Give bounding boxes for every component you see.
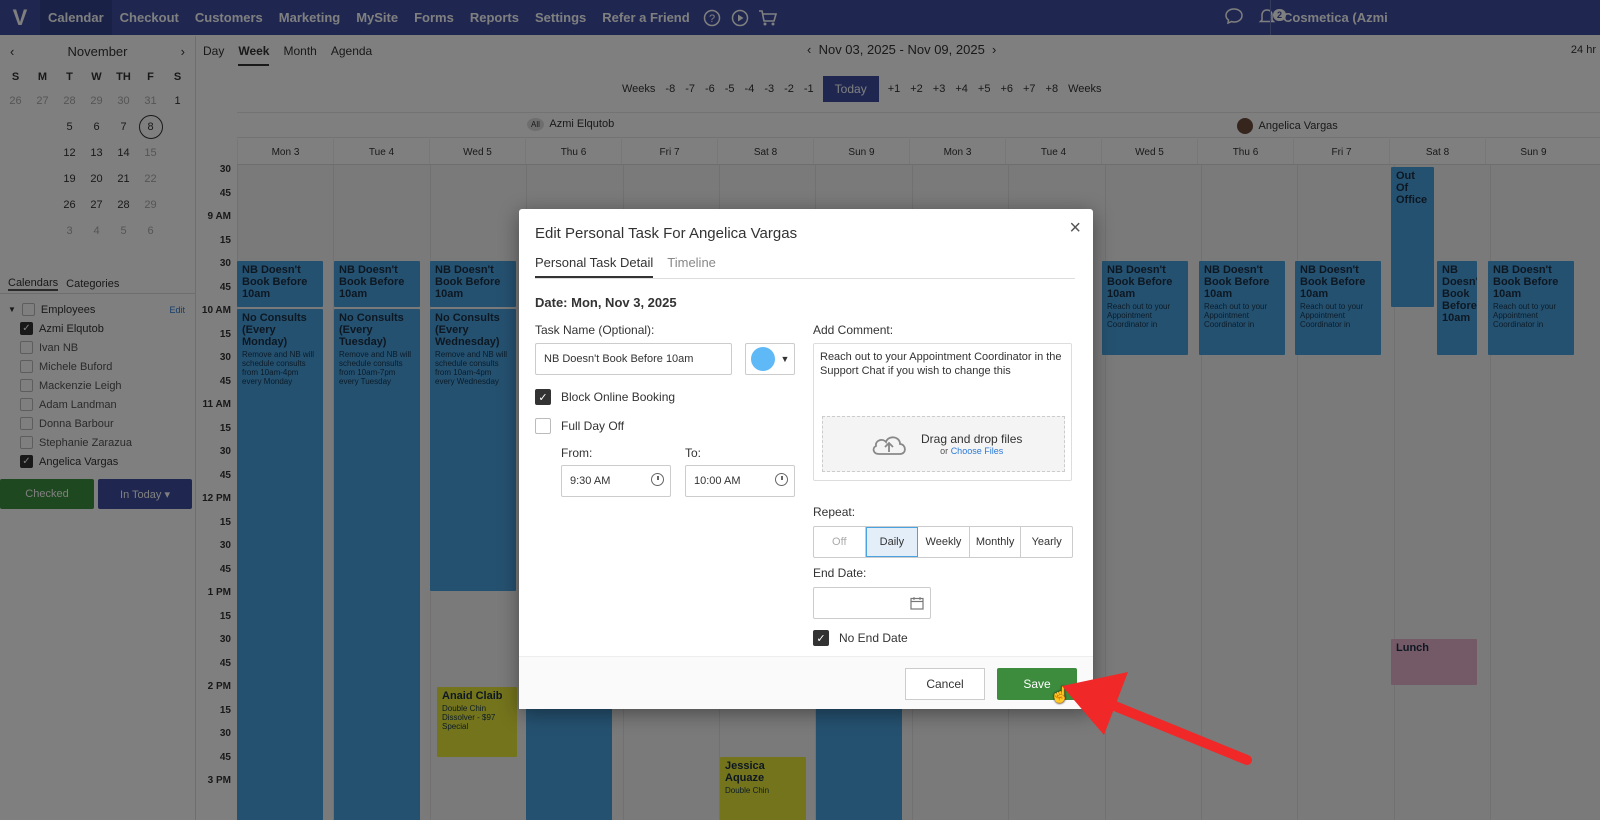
repeat-yearly[interactable]: Yearly [1021, 527, 1072, 557]
cancel-button[interactable]: Cancel [905, 668, 985, 700]
modal-tabs: Personal Task Detail Timeline [535, 255, 1075, 279]
edit-task-modal: Edit Personal Task For Angelica Vargas ×… [519, 209, 1093, 709]
comment-box[interactable]: Reach out to your Appointment Coordinato… [813, 343, 1072, 481]
no-end-date-row: ✓ No End Date [813, 630, 908, 646]
tab-timeline[interactable]: Timeline [667, 255, 716, 278]
cloud-upload-icon [872, 436, 906, 455]
no-end-date-checkbox[interactable]: ✓ [813, 630, 829, 646]
modal-footer: Cancel Save [519, 656, 1093, 709]
block-online-row: ✓ Block Online Booking [535, 389, 675, 405]
comment-label: Add Comment: [813, 323, 894, 337]
end-date-input[interactable] [813, 587, 931, 619]
clock-icon [775, 473, 788, 486]
task-date: Date: Mon, Nov 3, 2025 [535, 295, 677, 310]
color-swatch [750, 347, 775, 371]
modal-title: Edit Personal Task For Angelica Vargas [535, 225, 798, 242]
repeat-daily[interactable]: Daily [865, 527, 919, 557]
task-name-label: Task Name (Optional): [535, 323, 655, 337]
repeat-off[interactable]: Off [814, 527, 866, 557]
tab-personal-task-detail[interactable]: Personal Task Detail [535, 255, 654, 278]
from-label: From: [561, 446, 593, 460]
block-online-checkbox[interactable]: ✓ [535, 389, 551, 405]
no-end-date-label: No End Date [839, 631, 908, 645]
close-icon[interactable]: × [1069, 217, 1081, 240]
to-time-value: 10:00 AM [694, 475, 741, 487]
block-online-label: Block Online Booking [561, 390, 676, 404]
to-time-input[interactable]: 10:00 AM [685, 465, 795, 497]
full-day-row: Full Day Off [535, 418, 624, 434]
dropzone-text: Drag and drop files [921, 432, 1023, 446]
from-time-input[interactable]: 9:30 AM [561, 465, 671, 497]
full-day-checkbox[interactable] [535, 418, 551, 434]
repeat-weekly[interactable]: Weekly [918, 527, 970, 557]
clock-icon [651, 473, 664, 486]
full-day-label: Full Day Off [561, 419, 625, 433]
color-picker[interactable]: ▼ [745, 343, 795, 375]
hand-cursor-icon: ☝ [1050, 687, 1070, 704]
from-time-value: 9:30 AM [570, 475, 611, 487]
comment-text[interactable]: Reach out to your Appointment Coordinato… [814, 344, 1071, 384]
end-date-label: End Date: [813, 566, 867, 580]
choose-files-link[interactable]: Choose Files [951, 446, 1004, 456]
dropzone-sub: or Choose Files [921, 446, 1022, 456]
repeat-monthly[interactable]: Monthly [970, 527, 1022, 557]
calendar-icon [910, 597, 924, 610]
repeat-selector: Off Daily Weekly Monthly Yearly [813, 526, 1073, 558]
caret-down-icon: ▼ [780, 354, 790, 364]
to-label: To: [685, 446, 702, 460]
file-dropzone[interactable]: Drag and drop files or Choose Files [822, 416, 1065, 472]
repeat-label: Repeat: [813, 505, 856, 519]
dropzone-or: or [940, 446, 949, 456]
task-name-input[interactable]: NB Doesn't Book Before 10am [535, 343, 732, 375]
